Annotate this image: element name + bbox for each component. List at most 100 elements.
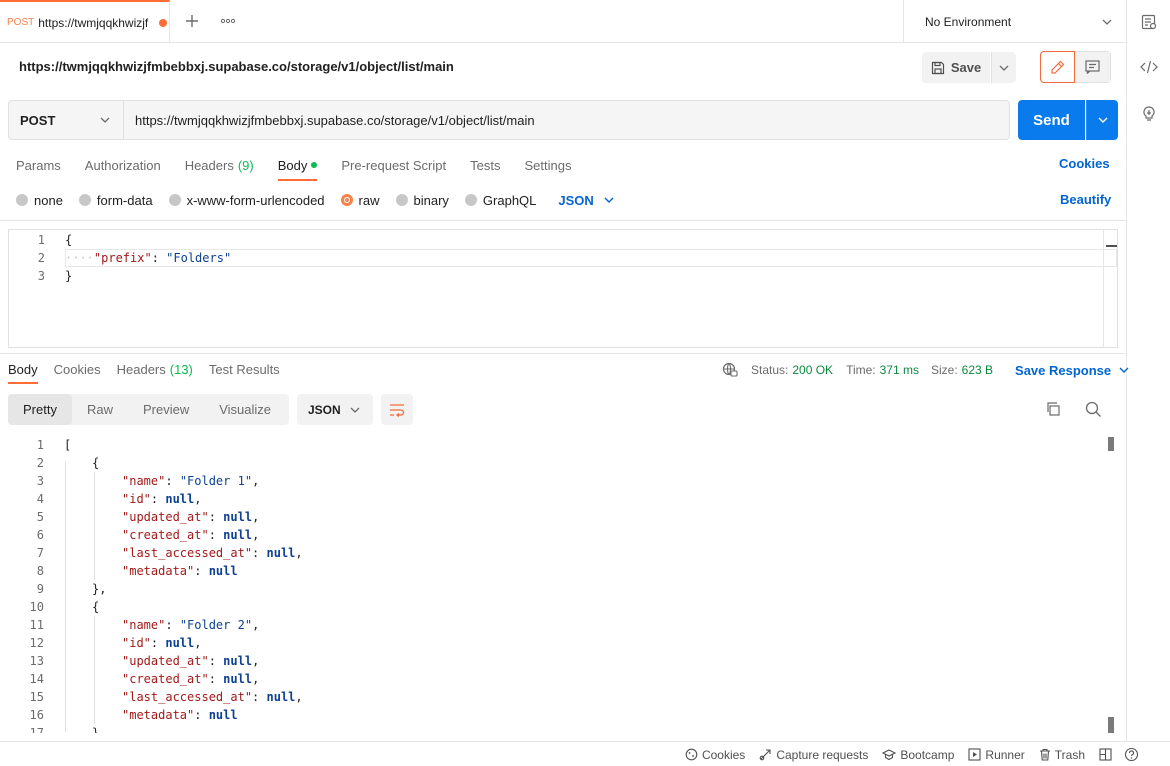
statusbar-trash[interactable]: Trash xyxy=(1039,748,1085,762)
save-options-button[interactable] xyxy=(991,52,1016,83)
response-scroll-marker[interactable] xyxy=(1108,437,1114,451)
documentation-mode-button[interactable] xyxy=(1075,52,1110,82)
status-bar-items: Cookies Capture requests Bootcamp Runner… xyxy=(685,742,1112,766)
radio-graphql[interactable]: GraphQL xyxy=(464,193,536,208)
help-button[interactable] xyxy=(1124,747,1139,765)
response-tab-headers[interactable]: Headers (13) xyxy=(117,358,193,382)
editor-scrollbar[interactable] xyxy=(1103,230,1117,347)
wrap-lines-button[interactable] xyxy=(381,394,413,425)
radio-form-data[interactable]: form-data xyxy=(78,193,153,208)
json-key: "metadata" xyxy=(122,564,195,578)
scroll-thumb[interactable] xyxy=(1106,245,1117,247)
view-raw[interactable]: Raw xyxy=(72,394,128,425)
json-null: null xyxy=(165,492,195,506)
info-button[interactable] xyxy=(1127,105,1170,123)
search-button[interactable] xyxy=(1085,401,1102,421)
response-tab-cookies[interactable]: Cookies xyxy=(54,358,101,382)
size-value[interactable]: 623 B xyxy=(962,363,993,377)
lightbulb-icon xyxy=(1143,106,1155,121)
code-text: "name": "Folder 2", xyxy=(122,618,260,632)
save-response-button[interactable]: Save Response xyxy=(1015,363,1129,378)
response-tab-body[interactable]: Body xyxy=(8,358,38,384)
view-pretty[interactable]: Pretty xyxy=(8,394,72,425)
radio-urlencoded[interactable]: x-www-form-urlencoded xyxy=(168,192,325,208)
save-button[interactable]: Save xyxy=(922,52,990,83)
plus-icon xyxy=(186,15,198,27)
status-value[interactable]: 200 OK xyxy=(792,363,833,377)
two-pane-view-button[interactable] xyxy=(1099,748,1112,761)
globe-icon[interactable] xyxy=(722,362,738,378)
time-label: Time: xyxy=(846,363,876,377)
code-text: "updated_at": null, xyxy=(122,510,260,524)
cookie-icon xyxy=(685,748,698,761)
body-language-select[interactable]: JSON xyxy=(558,193,614,208)
copy-icon xyxy=(1047,402,1060,416)
view-visualize[interactable]: Visualize xyxy=(204,394,286,425)
wrap-lines-icon xyxy=(390,403,405,417)
statusbar-capture-label: Capture requests xyxy=(776,747,869,762)
radio-none[interactable]: none xyxy=(16,193,63,208)
beautify-link[interactable]: Beautify xyxy=(1060,192,1111,207)
statusbar-runner[interactable]: Runner xyxy=(968,748,1025,762)
json-value: "Folders" xyxy=(166,251,232,265)
code-line: 15 "last_accessed_at": null, xyxy=(0,688,303,706)
tab-settings[interactable]: Settings xyxy=(524,150,571,180)
statusbar-bootcamp[interactable]: Bootcamp xyxy=(882,748,954,762)
time-value[interactable]: 371 ms xyxy=(880,363,919,377)
code-line: 2 ····"prefix": "Folders" xyxy=(9,249,231,267)
edit-mode-button[interactable] xyxy=(1040,51,1075,83)
radio-circle xyxy=(78,194,91,206)
radio-binary[interactable]: binary xyxy=(395,193,449,208)
tab-body[interactable]: Body xyxy=(277,150,318,181)
brace: { xyxy=(92,600,100,614)
tab-headers[interactable]: Headers (9) xyxy=(185,150,254,180)
send-button[interactable]: Send xyxy=(1018,100,1085,140)
environment-quicklook-button[interactable] xyxy=(1127,14,1170,30)
cookies-link[interactable]: Cookies xyxy=(1059,156,1110,171)
send-options-button[interactable] xyxy=(1086,100,1118,140)
json-sep: : xyxy=(151,251,167,265)
line-number: 2 xyxy=(36,456,44,470)
statusbar-capture[interactable]: Capture requests xyxy=(759,748,868,762)
copy-button[interactable] xyxy=(1045,401,1061,420)
line-number: 2 xyxy=(37,251,45,265)
code-line: 13 "updated_at": null, xyxy=(0,652,260,670)
tab-authorization[interactable]: Authorization xyxy=(85,150,161,180)
tab-params[interactable]: Params xyxy=(16,150,61,180)
response-format-select[interactable]: JSON xyxy=(297,394,373,425)
environment-select[interactable]: No Environment xyxy=(903,0,1126,43)
request-tab[interactable]: POST https://twmjqqkhwizjf xyxy=(0,0,170,43)
code-text: "last_accessed_at": null, xyxy=(122,690,303,704)
view-preview[interactable]: Preview xyxy=(128,394,204,425)
indent-guide xyxy=(65,462,66,732)
code-snippet-button[interactable] xyxy=(1127,60,1170,74)
radio-urlencoded-label: x-www-form-urlencoded xyxy=(186,192,325,208)
bracket: [ xyxy=(64,438,72,452)
request-body-editor[interactable]: 1 { 2 ····"prefix": "Folders" 3 } xyxy=(8,229,1118,348)
divider xyxy=(0,220,1126,221)
more-tabs-button[interactable] xyxy=(210,0,246,42)
code-line: 12 "id": null, xyxy=(0,634,202,652)
json-null: null xyxy=(208,564,238,578)
new-tab-button[interactable] xyxy=(174,0,210,42)
brace: { xyxy=(92,456,100,470)
code-line: 5 "updated_at": null, xyxy=(0,508,260,526)
tab-tests[interactable]: Tests xyxy=(470,150,500,180)
request-name[interactable]: https://twmjqqkhwizjfmbebbxj.supabase.co… xyxy=(19,59,454,74)
bootcamp-icon xyxy=(882,748,897,760)
response-tab-test-results[interactable]: Test Results xyxy=(209,358,280,382)
unsaved-dot xyxy=(159,18,168,27)
method-select[interactable]: POST xyxy=(9,101,124,139)
statusbar-cookies[interactable]: Cookies xyxy=(685,748,745,762)
response-body-viewer[interactable]: 1[ 2{ 3 "name": "Folder 1", 4 "id": null, … xyxy=(0,436,1126,733)
code-line: 3 "name": "Folder 1", xyxy=(0,472,260,490)
code-line: 3 } xyxy=(9,267,72,285)
code-line: 16 "metadata": null xyxy=(0,706,238,724)
more-icon xyxy=(221,18,235,24)
response-scroll-thumb[interactable] xyxy=(1108,717,1114,733)
url-input[interactable]: https://twmjqqkhwizjfmbebbxj.supabase.co… xyxy=(124,101,1009,139)
radio-raw[interactable]: raw xyxy=(340,193,380,208)
tab-prerequest-script[interactable]: Pre-request Script xyxy=(341,150,446,180)
line-number: 11 xyxy=(29,618,44,632)
line-number: 3 xyxy=(37,269,45,283)
